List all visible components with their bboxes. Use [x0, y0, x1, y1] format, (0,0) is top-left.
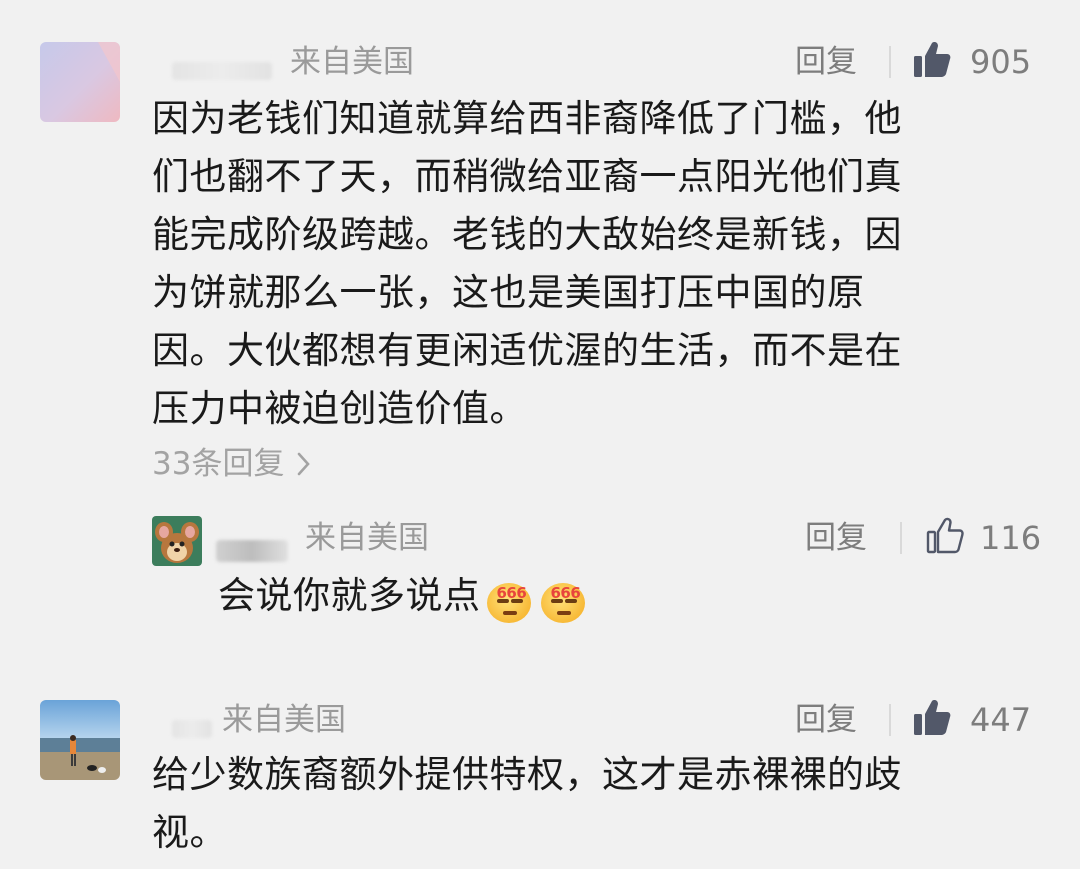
comment-body: 因为老钱们知道就算给西非裔降低了门槛，他 们也翻不了天，而稍微给亚裔一点阳光他们… [152, 90, 902, 438]
emoji-label: 666 [496, 583, 527, 602]
like-button[interactable] [912, 40, 952, 80]
reply-button[interactable]: 回复 [795, 700, 857, 740]
avatar-image [152, 516, 202, 566]
location-label: 来自美国 [305, 520, 429, 556]
thumbs-up-filled-icon [914, 700, 951, 735]
666-smirk-emoji: 666 [537, 573, 589, 623]
comment-line: 视。 [152, 811, 227, 854]
comment-line: 因。大伙都想有更闲适优渥的生活，而不是在 [152, 329, 902, 372]
divider [889, 46, 891, 78]
comment-line: 为饼就那么一张，这也是美国打压中国的原 [152, 271, 865, 314]
divider [889, 704, 891, 736]
like-button[interactable] [912, 698, 952, 738]
comment-body: 给少数族裔额外提供特权，这才是赤裸裸的歧 视。 [152, 746, 902, 862]
more-replies-link[interactable]: 33条回复 [152, 444, 312, 484]
location-label: 来自美国 [222, 702, 346, 738]
more-replies-label: 33条回复 [152, 446, 285, 482]
reply-button[interactable]: 回复 [795, 42, 857, 82]
thumbs-up-filled-icon [914, 42, 951, 77]
comment-line: 压力中被迫创造价值。 [152, 387, 527, 430]
comment-line: 因为老钱们知道就算给西非裔降低了门槛，他 [152, 97, 902, 140]
chevron-right-icon [298, 452, 311, 476]
comment-line: 给少数族裔额外提供特权，这才是赤裸裸的歧 [152, 753, 902, 796]
comment-line: 能完成阶级跨越。老钱的大敌始终是新钱，因 [152, 213, 902, 256]
666-smirk-emoji: 666 [483, 573, 535, 623]
divider [900, 522, 902, 554]
avatar[interactable] [40, 42, 120, 122]
like-count: 116 [980, 519, 1042, 557]
reply-button[interactable]: 回复 [805, 518, 867, 558]
username-blurred[interactable] [172, 720, 212, 738]
avatar-image [40, 700, 120, 780]
avatar[interactable] [40, 700, 120, 780]
like-button[interactable] [925, 516, 965, 556]
location-label: 来自美国 [290, 44, 414, 80]
avatar[interactable] [152, 516, 202, 566]
emoji-label: 666 [550, 583, 581, 602]
comment-body: 会说你就多说点 666 666 [218, 570, 589, 623]
username-blurred[interactable] [172, 62, 272, 80]
avatar-image [40, 42, 120, 122]
like-count: 905 [970, 43, 1032, 81]
like-count: 447 [970, 701, 1032, 739]
comment-text: 会说你就多说点 [218, 574, 481, 617]
comment-line: 们也翻不了天，而稍微给亚裔一点阳光他们真 [152, 155, 902, 198]
thumbs-up-outline-icon [926, 517, 964, 554]
username-blurred[interactable] [216, 540, 288, 562]
